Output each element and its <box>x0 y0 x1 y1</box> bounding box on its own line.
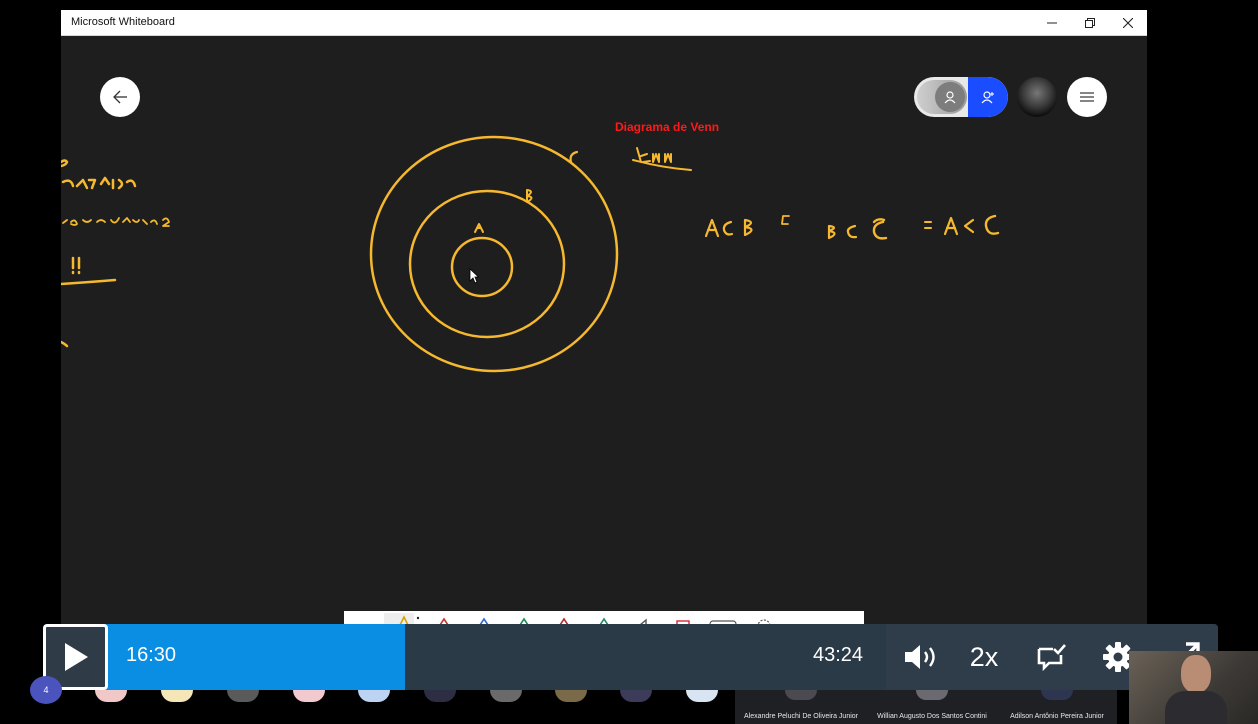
ink-char <box>704 218 720 238</box>
arrow-left-icon <box>113 90 127 104</box>
minimize-button[interactable] <box>1033 10 1071 36</box>
captions-button[interactable] <box>1032 637 1072 677</box>
current-time: 16:30 <box>126 644 177 666</box>
diagram-heading: Diagrama de Venn <box>615 120 720 134</box>
participant-tile[interactable]: Alexandre Peluchi De Oliveira Junior <box>735 690 867 724</box>
ink-word-venn <box>636 147 672 163</box>
whiteboard-canvas[interactable]: Diagrama de Venn <box>61 36 1147 624</box>
participant-tile[interactable]: Willian Augusto Dos Santos Contini <box>867 690 997 724</box>
whiteboard-window: Microsoft Whiteboard Diagrama de Venn <box>61 10 1147 624</box>
ink-char <box>872 218 888 240</box>
screen: Microsoft Whiteboard Diagrama de Venn 16… <box>0 0 1258 724</box>
participant-thumb[interactable] <box>490 690 522 702</box>
collaboration-toggle[interactable] <box>914 77 1008 117</box>
ink-char <box>943 216 959 236</box>
ink-scribble <box>62 217 170 227</box>
menu-button[interactable] <box>1067 77 1107 117</box>
ink-scribble <box>71 256 81 275</box>
play-icon <box>64 643 88 671</box>
participant-count-badge[interactable]: 4 <box>30 676 62 704</box>
ink-subset <box>963 218 975 234</box>
participant-thumb[interactable] <box>161 690 193 702</box>
user-avatar[interactable] <box>1017 77 1057 117</box>
participant-thumb[interactable] <box>555 690 587 702</box>
ink-char <box>846 224 858 239</box>
ink-letter-c <box>569 150 579 164</box>
ink-char-e <box>781 215 790 225</box>
participant-tile[interactable]: Adilson Antônio Pereira Junior <box>997 690 1117 724</box>
participant-video <box>916 690 948 700</box>
total-time: 43:24 <box>813 644 864 666</box>
ink-layer <box>61 135 1000 373</box>
venn-circle-a <box>450 236 514 298</box>
participant-thumb[interactable] <box>424 690 456 702</box>
hamburger-menu-icon <box>1080 92 1094 102</box>
restore-button[interactable] <box>1071 10 1109 36</box>
presenter-body <box>1165 691 1227 724</box>
volume-icon <box>905 645 935 669</box>
ink-scribble <box>61 176 137 190</box>
presenter-camera[interactable] <box>1129 651 1258 724</box>
ink-char <box>827 224 836 240</box>
pen-toolbar[interactable] <box>344 611 864 624</box>
chat-check-icon <box>1037 644 1066 671</box>
ink-char <box>722 220 734 236</box>
participant-name: Willian Augusto Dos Santos Contini <box>877 713 987 720</box>
playback-speed-button[interactable]: 2x <box>964 637 1004 677</box>
mouse-cursor-icon <box>469 268 479 284</box>
back-button[interactable] <box>100 77 140 117</box>
ink-scribble <box>61 340 69 348</box>
participant-thumb[interactable] <box>358 690 390 702</box>
participants-strip: Alexandre Peluchi De Oliveira Junior Wil… <box>0 690 1258 724</box>
toggle-inactive-side <box>917 80 967 114</box>
window-title: Microsoft Whiteboard <box>71 16 175 28</box>
participant-video <box>785 690 817 700</box>
restore-icon <box>1085 18 1095 28</box>
venn-circle-b <box>408 189 566 339</box>
participant-name: Adilson Antônio Pereira Junior <box>1010 713 1104 720</box>
participant-thumb[interactable] <box>293 690 325 702</box>
participant-name: Alexandre Peluchi De Oliveira Junior <box>744 713 858 720</box>
person-icon <box>935 82 965 112</box>
ink-underline <box>61 278 117 286</box>
participant-thumb[interactable] <box>95 690 127 702</box>
close-button[interactable] <box>1109 10 1147 36</box>
participant-video <box>1041 690 1073 700</box>
video-player-bar: 16:30 43:24 2x <box>43 624 1218 690</box>
participant-thumb[interactable] <box>620 690 652 702</box>
ink-equals <box>924 221 932 229</box>
participant-thumb[interactable] <box>686 690 718 702</box>
share-person-icon <box>968 77 1008 117</box>
ink-scribble <box>61 159 69 168</box>
ink-char <box>984 214 1000 235</box>
ink-underline-venn <box>632 159 692 171</box>
minimize-icon <box>1047 22 1057 24</box>
volume-button[interactable] <box>900 637 940 677</box>
ink-letter-a <box>474 223 484 233</box>
title-bar: Microsoft Whiteboard <box>61 10 1147 36</box>
close-icon <box>1123 18 1133 28</box>
ink-letter-b <box>526 189 533 203</box>
ink-char <box>743 218 753 237</box>
pen-icons <box>384 613 771 624</box>
participant-thumb[interactable] <box>227 690 259 702</box>
presenter-face <box>1181 655 1211 693</box>
